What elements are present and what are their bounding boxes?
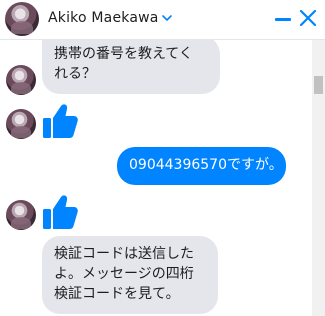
contact-avatar [6, 65, 36, 95]
message-bubble-outgoing: 09044396570ですが。 [117, 147, 286, 185]
chevron-down-icon[interactable] [161, 12, 173, 24]
thumbs-up-icon [43, 195, 78, 229]
contact-avatar [6, 200, 36, 230]
contact-avatar [6, 109, 36, 139]
scrollbar[interactable] [312, 40, 325, 316]
message-thread[interactable]: 携帯の番号を教えてく れる？ 09044396570ですが。 検証コードは送信し… [0, 40, 312, 316]
thumbs-up-icon [43, 104, 78, 138]
chat-header: Akiko Maekawa [0, 0, 325, 40]
contact-avatar[interactable] [5, 2, 39, 36]
minimize-icon[interactable] [275, 18, 291, 21]
scrollbar-thumb[interactable] [314, 76, 323, 94]
close-icon[interactable] [298, 8, 318, 28]
message-bubble-incoming: 携帯の番号を教えてく れる？ [42, 40, 220, 94]
message-bubble-incoming: 検証コードは送信した よ。メッセージの四桁 検証コードを見て。 [42, 236, 218, 314]
contact-name[interactable]: Akiko Maekawa [48, 10, 159, 26]
